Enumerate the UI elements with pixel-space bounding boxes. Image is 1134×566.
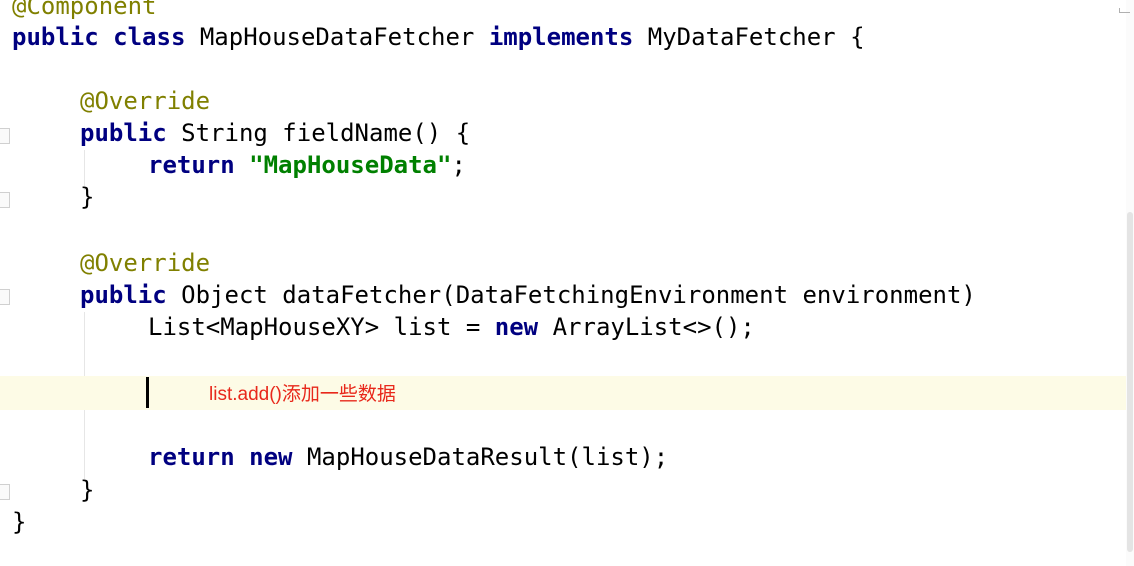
annotation-token: @Component — [12, 0, 157, 20]
fold-marker[interactable] — [0, 192, 10, 208]
keyword-token: return — [148, 151, 235, 179]
code-line-close-method-1: } — [80, 181, 94, 213]
code-editor[interactable]: @Component public class MapHouseDataFetc… — [0, 0, 1134, 566]
method-signature-token: String fieldName() { — [166, 119, 471, 147]
keyword-token: public — [80, 119, 167, 147]
code-line-return-result: return new MapHouseDataResult(list); — [148, 441, 668, 473]
brace-token: } — [12, 508, 27, 536]
brace-token: } — [80, 183, 95, 211]
annotation-note: list.add()添加一些数据 — [209, 384, 396, 405]
check-mark-icon — [1119, 8, 1130, 13]
constructor-token: MapHouseDataResult(list); — [292, 443, 669, 471]
fold-marker[interactable] — [0, 484, 10, 500]
keyword-token: return — [148, 443, 235, 471]
vertical-scrollbar[interactable] — [1126, 0, 1134, 566]
code-line-close-method-2: } — [80, 474, 94, 506]
code-line-override-2: @Override — [80, 247, 210, 279]
code-line-list-declaration: List<MapHouseXY> list = new ArrayList<>(… — [148, 311, 755, 343]
text-caret — [146, 377, 149, 408]
code-line-return-string: return "MapHouseData"; — [148, 149, 466, 181]
method-signature-token: Object dataFetcher(DataFetchingEnvironme… — [166, 281, 976, 309]
annotation-token: @Override — [80, 87, 211, 115]
code-line-class-declaration: public class MapHouseDataFetcher impleme… — [12, 21, 865, 53]
code-line-fieldname-method: public String fieldName() { — [80, 117, 470, 149]
semicolon-token: ; — [451, 151, 466, 179]
brace-token: } — [80, 476, 95, 504]
editor-gutter — [0, 0, 12, 566]
constructor-token: ArrayList<>(); — [538, 313, 755, 341]
keyword-token: implements — [488, 23, 634, 51]
class-name-token: MapHouseDataFetcher — [185, 23, 489, 51]
keyword-token: public class — [12, 23, 186, 51]
fold-marker[interactable] — [0, 128, 10, 144]
code-line-override-1: @Override — [80, 85, 210, 117]
keyword-token: new — [249, 443, 293, 471]
current-line-highlight — [0, 376, 1134, 410]
code-line-close-class: } — [12, 506, 26, 538]
keyword-token: public — [80, 281, 167, 309]
code-line-annotation-component: @Component — [12, 0, 157, 22]
annotation-token: @Override — [80, 249, 211, 277]
fold-marker[interactable] — [0, 289, 10, 305]
scrollbar-thumb[interactable] — [1127, 212, 1133, 552]
keyword-token: new — [494, 313, 539, 341]
interface-token: MyDataFetcher { — [633, 23, 865, 51]
code-line-datafetcher-method: public Object dataFetcher(DataFetchingEn… — [80, 279, 976, 311]
declaration-token: List<MapHouseXY> list = — [148, 313, 495, 341]
string-literal-token: "MapHouseData" — [249, 151, 452, 179]
